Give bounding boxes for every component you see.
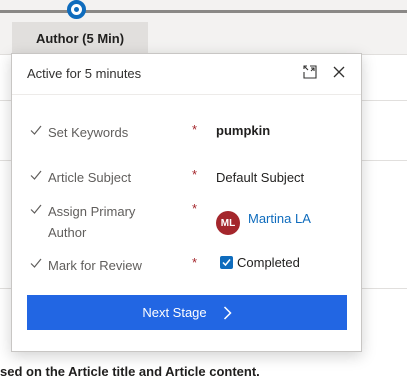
step-label: Assign Primary Author (48, 204, 136, 240)
checkbox-label: Completed (237, 255, 300, 270)
checkbox-check-icon (222, 259, 231, 267)
primary-author-link[interactable]: Martina LA (248, 211, 311, 226)
checkmark-icon (30, 170, 42, 180)
review-checkbox[interactable] (220, 256, 233, 269)
close-icon[interactable] (329, 62, 349, 82)
subject-field[interactable]: Default Subject (216, 170, 304, 185)
required-indicator: * (192, 255, 198, 270)
background-article-text: sed on the Article title and Article con… (0, 364, 260, 379)
stage-duration: (5 Min) (82, 30, 125, 46)
flyout-header: Active for 5 minutes (12, 54, 361, 95)
active-stage-indicator[interactable] (67, 0, 86, 19)
business-process-bar: Author (5 Min) (0, 0, 407, 55)
step-label: Set Keywords (48, 125, 129, 140)
next-stage-button[interactable]: Next Stage (27, 295, 347, 330)
checkmark-icon (30, 204, 42, 214)
step-label: Mark for Review (48, 258, 142, 273)
stage-progress-line (0, 10, 407, 13)
required-indicator: * (192, 122, 198, 137)
avatar: ML (216, 211, 240, 235)
stage-tab-author[interactable]: Author (5 Min) (12, 22, 148, 54)
stage-flyout: Active for 5 minutes Set Keywords * pump… (11, 53, 362, 352)
step-label: Article Subject (48, 170, 132, 185)
required-indicator: * (192, 201, 198, 216)
flyout-title: Active for 5 minutes (27, 66, 142, 81)
keywords-field[interactable]: pumpkin (216, 123, 270, 138)
next-stage-label: Next Stage (142, 305, 207, 320)
required-indicator: * (192, 167, 198, 182)
checkmark-icon (30, 125, 42, 135)
chevron-right-icon (223, 305, 232, 320)
stage-name: Author (35, 30, 79, 46)
expand-icon[interactable] (300, 62, 320, 82)
checkmark-icon (30, 258, 42, 268)
